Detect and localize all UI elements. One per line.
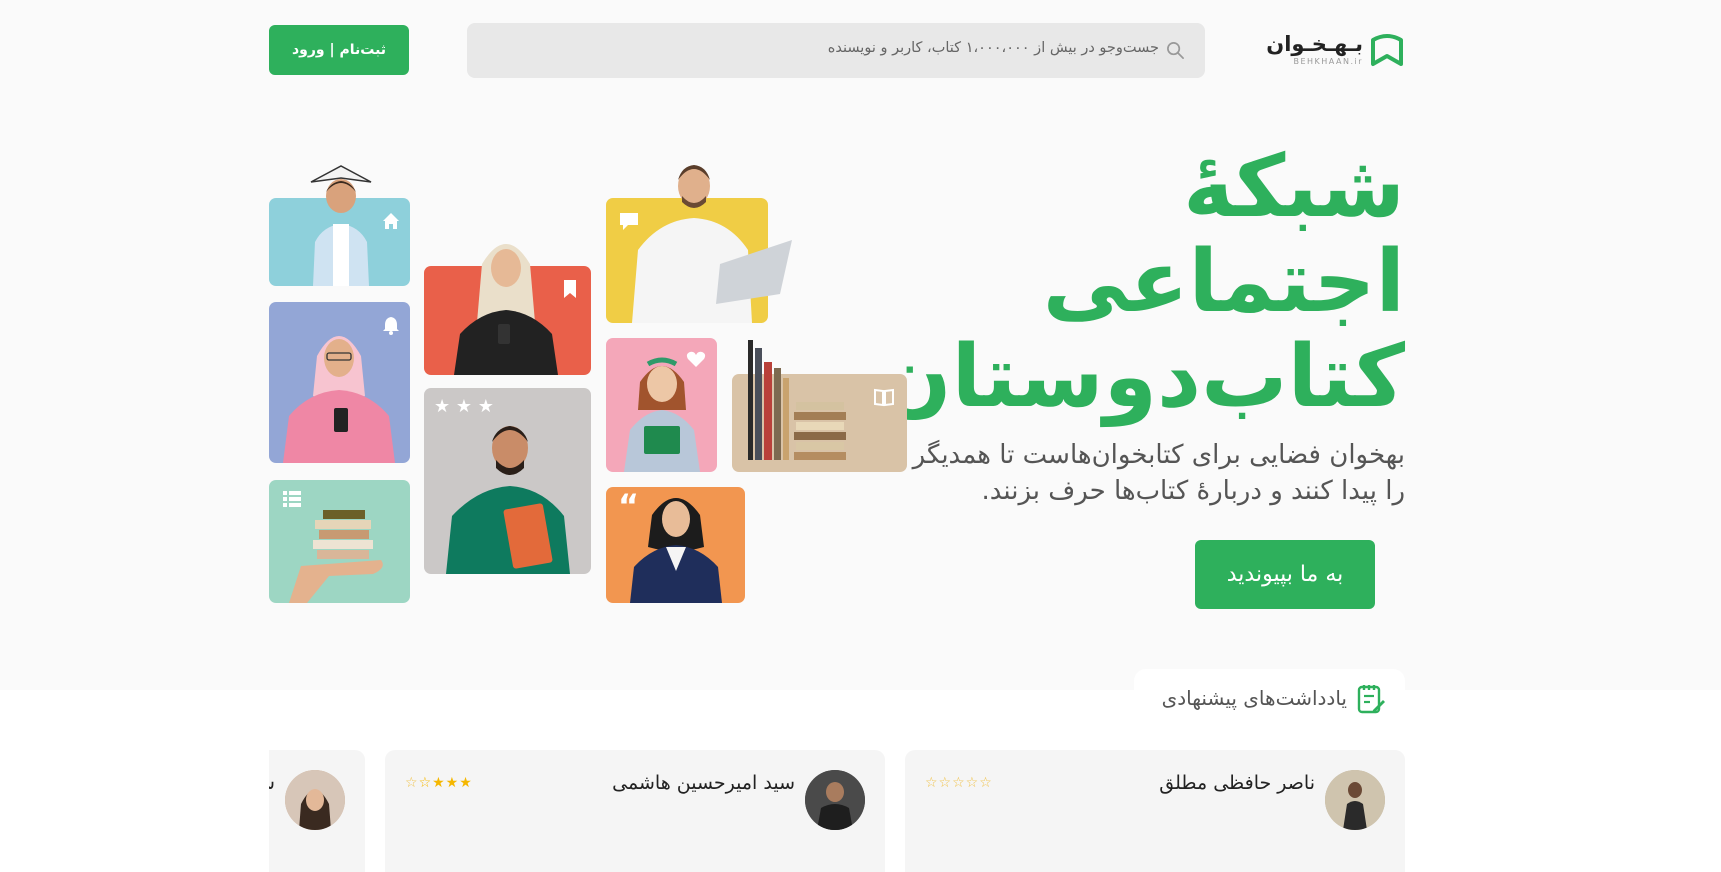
note-author-name[interactable]: سید امیرحسین هاشمی: [612, 772, 795, 794]
list-icon: [283, 491, 301, 507]
avatar[interactable]: [805, 770, 865, 830]
rating-stars: ☆☆★★★: [405, 775, 473, 791]
star-empty-icon: ☆☆☆☆☆: [925, 775, 993, 791]
note-card[interactable]: س: [269, 750, 365, 872]
hero-title-line: کتاب‌دوستان: [878, 327, 1405, 427]
recommended-notes-header: یادداشت‌های پیشنهادی: [1134, 669, 1405, 729]
hero-title-line: اجتماعی: [1042, 232, 1405, 332]
tile-man-book: ★ ★ ★: [424, 388, 591, 574]
home-icon: [383, 213, 399, 229]
hero-title-line: شبکهٔ: [1183, 137, 1405, 237]
user-photo-icon: [285, 770, 345, 830]
logo-mark-icon: [1371, 34, 1403, 66]
books-stack-illustration: [289, 510, 383, 603]
tile-woman-pink: [269, 302, 410, 463]
person-man-book-illustration: [446, 426, 570, 574]
person-woman-suit-illustration: [630, 498, 722, 603]
tile-books-shelf: [732, 340, 907, 472]
book-open-icon: [874, 388, 894, 407]
logo[interactable]: بـهـخـوان BEHKHAAN.ir: [1266, 24, 1405, 74]
person-woman-hijab-illustration: [454, 244, 558, 375]
search-bar[interactable]: جست‌وجو در بیش از ۱،۰۰۰،۰۰۰ کتاب، کاربر …: [467, 23, 1205, 78]
avatar[interactable]: [285, 770, 345, 830]
note-card[interactable]: سید امیرحسین هاشمی ☆☆★★★: [385, 750, 885, 872]
tile-boy: [269, 165, 410, 286]
books-shelf-illustration: [748, 340, 846, 460]
tile-man-laptop: [606, 165, 792, 323]
user-photo-icon: [1325, 770, 1385, 830]
recommended-notes-title: یادداشت‌های پیشنهادی: [1161, 686, 1347, 710]
logo-subtitle: BEHKHAAN.ir: [1293, 57, 1363, 66]
person-man-laptop-illustration: [632, 165, 792, 323]
hero-description: بهخوان فضایی برای کتابخوان‌هاست تا همدیگ…: [885, 437, 1405, 509]
tile-woman-hijab: [424, 244, 591, 375]
note-author-name[interactable]: س: [269, 772, 275, 794]
note-author-name[interactable]: ناصر حافظی مطلق: [1159, 772, 1315, 794]
star-filled-icon: ★★★: [432, 775, 473, 791]
avatar[interactable]: [1325, 770, 1385, 830]
note-card[interactable]: ناصر حافظی مطلق ☆☆☆☆☆: [905, 750, 1405, 872]
tile-girl-book: [606, 338, 717, 472]
star-half-icon: ☆: [418, 775, 433, 791]
search-icon: [1167, 42, 1184, 59]
person-woman-pink-illustration: [283, 336, 395, 463]
note-pen-icon: [1357, 685, 1385, 714]
search-placeholder: جست‌وجو در بیش از ۱،۰۰۰،۰۰۰ کتاب، کاربر …: [827, 40, 1159, 56]
hero-title: شبکهٔ اجتماعی کتاب‌دوستان: [878, 137, 1405, 427]
rating-stars: ☆☆☆☆☆: [925, 775, 993, 791]
hero-description-line: را پیدا کنند و دربارهٔ کتاب‌ها حرف بزنند…: [981, 476, 1405, 506]
join-us-button[interactable]: به ما بپیوندید: [1195, 540, 1375, 609]
hero-description-line: بهخوان فضایی برای کتابخوان‌هاست تا همدیگ…: [912, 440, 1405, 470]
star-empty-icon: ☆: [405, 775, 419, 791]
logo-text: بـهـخـوان: [1266, 32, 1363, 56]
user-photo-icon: [805, 770, 865, 830]
tile-woman-suit: “: [606, 487, 745, 603]
person-boy-illustration: [310, 165, 372, 286]
person-girl-illustration: [624, 357, 700, 472]
tile-books-hand: [269, 480, 410, 603]
login-register-button[interactable]: ثبت‌نام | ورود: [269, 25, 409, 75]
